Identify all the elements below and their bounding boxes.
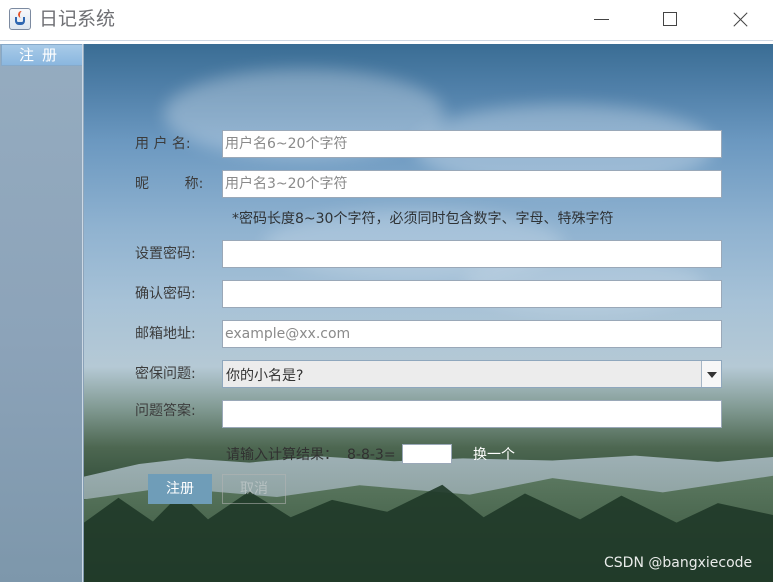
security-answer-input[interactable]	[222, 400, 722, 428]
chevron-down-icon[interactable]	[701, 361, 721, 387]
maximize-button[interactable]	[646, 0, 694, 40]
security-question-select[interactable]: 你的小名是?	[222, 360, 722, 388]
maximize-icon	[663, 12, 677, 26]
security-question-label: 密保问题:	[135, 366, 196, 382]
confirm-password-input[interactable]	[222, 280, 722, 308]
nickname-label: 昵 称:	[135, 176, 204, 192]
confirm-password-label: 确认密码:	[135, 286, 196, 302]
tab-register[interactable]: 注册	[1, 44, 83, 66]
minimize-icon	[594, 19, 609, 20]
captcha-label: 请输入计算结果：	[226, 447, 338, 463]
password-label: 设置密码:	[135, 246, 196, 262]
window-title: 日记系统	[39, 8, 116, 30]
change-captcha-link[interactable]: 换一个	[473, 446, 515, 464]
captcha-equation: 8-8-3=	[347, 447, 396, 463]
watermark: CSDN @bangxiecode	[604, 555, 753, 571]
registration-panel: 用 户 名: 昵 称: *密码长度8~30个字符，必须同时包含数字、字母、特殊字…	[84, 44, 773, 582]
title-bar: 日记系统	[0, 0, 773, 41]
register-button[interactable]: 注册	[148, 474, 212, 504]
username-input[interactable]	[222, 130, 722, 158]
close-icon	[733, 11, 749, 27]
password-hint: *密码长度8~30个字符，必须同时包含数字、字母、特殊字符	[232, 211, 614, 227]
app-window: 日记系统 注册 用 户 名: 昵 称: *密码长度8~30个字符，必须同时包含数…	[0, 0, 773, 582]
java-cup-icon	[9, 8, 31, 30]
security-question-value: 你的小名是?	[226, 368, 304, 384]
username-label: 用 户 名:	[135, 136, 191, 152]
sidebar-divider	[82, 44, 83, 582]
captcha-input[interactable]	[402, 444, 452, 464]
nickname-input[interactable]	[222, 170, 722, 198]
email-input[interactable]	[222, 320, 722, 348]
email-label: 邮箱地址:	[135, 326, 196, 342]
close-button[interactable]	[716, 0, 764, 40]
sidebar: 注册	[0, 44, 84, 582]
security-answer-label: 问题答案:	[135, 403, 196, 419]
cancel-button[interactable]: 取消	[222, 474, 286, 504]
password-input[interactable]	[222, 240, 722, 268]
minimize-button[interactable]	[578, 0, 626, 40]
